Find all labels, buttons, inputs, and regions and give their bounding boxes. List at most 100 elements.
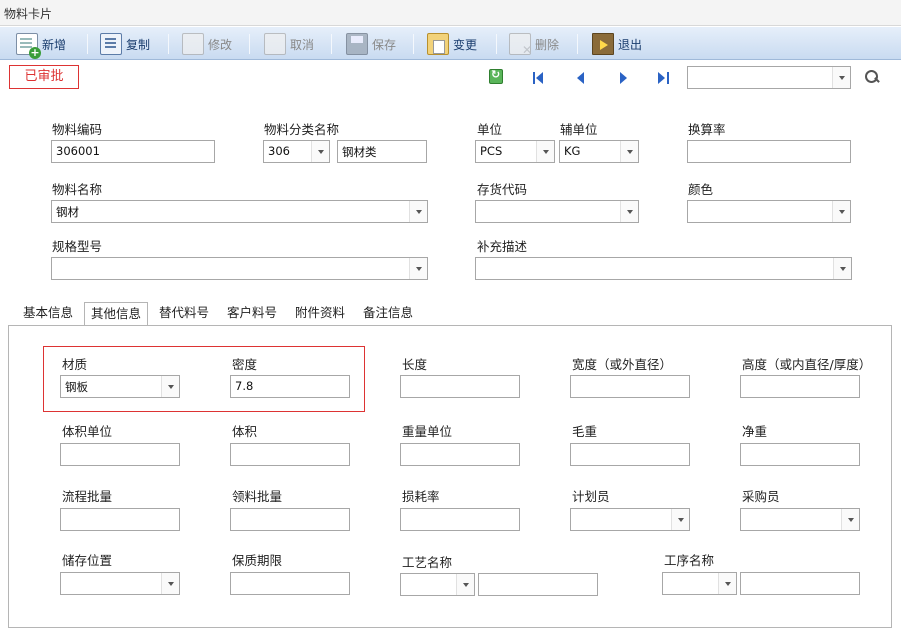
net-weight-input[interactable]	[740, 443, 860, 466]
toolbar-separator	[496, 34, 497, 54]
loss-rate-label: 损耗率	[402, 489, 440, 504]
unit-combo[interactable]: PCS	[475, 140, 555, 163]
supplement-desc-combo[interactable]	[475, 257, 852, 280]
volume-unit-input[interactable]	[60, 443, 180, 466]
toolbar: 新增 复制 修改 取消 保存 变更 删除 退出	[0, 27, 901, 60]
delete-icon	[509, 33, 532, 57]
chevron-down-icon[interactable]	[311, 141, 329, 162]
operation-name-label: 工序名称	[664, 553, 715, 568]
chevron-down-icon[interactable]	[409, 201, 427, 222]
process-code-combo[interactable]	[400, 573, 475, 596]
record-selector-combo[interactable]	[687, 66, 851, 89]
category-name-label: 物料分类名称	[264, 122, 340, 137]
first-record-button[interactable]	[530, 69, 548, 87]
planner-combo[interactable]	[570, 508, 690, 531]
storage-location-label: 储存位置	[62, 553, 113, 568]
next-record-button[interactable]	[614, 69, 632, 87]
last-record-button[interactable]	[655, 69, 673, 87]
material-code-input[interactable]: 306001	[51, 140, 215, 163]
chevron-down-icon[interactable]	[832, 67, 850, 88]
tab-basic-info[interactable]: 基本信息	[17, 302, 79, 326]
operation-name-input[interactable]	[740, 572, 860, 595]
chevron-down-icon[interactable]	[456, 574, 474, 595]
shelf-life-input[interactable]	[230, 572, 350, 595]
process-name-input[interactable]	[478, 573, 598, 596]
flow-batch-label: 流程批量	[62, 489, 113, 504]
pick-batch-input[interactable]	[230, 508, 350, 531]
color-combo[interactable]	[687, 200, 851, 223]
category-name-input[interactable]: 钢材类	[337, 140, 427, 163]
change-button[interactable]: 变更	[427, 31, 477, 57]
spec-model-combo[interactable]	[51, 257, 428, 280]
length-label: 长度	[402, 357, 428, 372]
chevron-down-icon[interactable]	[620, 141, 638, 162]
flow-batch-input[interactable]	[60, 508, 180, 531]
aux-unit-label: 辅单位	[560, 122, 598, 137]
cancel-icon	[264, 33, 286, 55]
material-grade-combo[interactable]: 钢板	[60, 375, 180, 398]
chevron-down-icon[interactable]	[620, 201, 638, 222]
new-button-label: 新增	[42, 37, 67, 52]
exit-button[interactable]: 退出	[592, 31, 642, 57]
inventory-code-combo[interactable]	[475, 200, 639, 223]
length-input[interactable]	[400, 375, 520, 398]
material-name-combo[interactable]: 钢材	[51, 200, 428, 223]
material-grade-value: 钢板	[65, 380, 88, 394]
gross-weight-input[interactable]	[570, 443, 690, 466]
copy-icon	[100, 33, 122, 55]
aux-unit-combo[interactable]: KG	[559, 140, 639, 163]
chevron-down-icon[interactable]	[671, 509, 689, 530]
width-input[interactable]	[570, 375, 690, 398]
tab-remarks[interactable]: 备注信息	[357, 302, 419, 326]
save-button-label: 保存	[372, 37, 397, 52]
aux-unit-value: KG	[564, 144, 581, 158]
chevron-down-icon[interactable]	[718, 573, 736, 594]
tab-other-info[interactable]: 其他信息	[84, 302, 149, 326]
search-icon[interactable]	[864, 69, 880, 85]
volume-input[interactable]	[230, 443, 350, 466]
cancel-button[interactable]: 取消	[264, 31, 314, 57]
category-code-value: 306	[268, 144, 290, 158]
refresh-icon[interactable]	[489, 68, 503, 84]
change-button-label: 变更	[453, 37, 478, 52]
density-input[interactable]: 7.8	[230, 375, 350, 398]
process-name-label: 工艺名称	[402, 555, 453, 570]
conversion-rate-input[interactable]	[687, 140, 851, 163]
toolbar-separator	[87, 34, 88, 54]
clipboard-icon	[427, 33, 449, 55]
previous-arrow-icon	[577, 72, 584, 84]
tab-attachments[interactable]: 附件资料	[289, 302, 351, 326]
new-document-icon	[16, 33, 41, 59]
copy-button-label: 复制	[126, 37, 151, 52]
delete-button[interactable]: 删除	[509, 31, 559, 57]
tab-substitute-part[interactable]: 替代料号	[153, 302, 215, 326]
loss-rate-input[interactable]	[400, 508, 520, 531]
save-disk-icon	[346, 33, 368, 55]
buyer-combo[interactable]	[740, 508, 860, 531]
storage-location-combo[interactable]	[60, 572, 180, 595]
copy-button[interactable]: 复制	[100, 31, 150, 57]
net-weight-label: 净重	[742, 424, 768, 439]
edit-button[interactable]: 修改	[182, 31, 232, 57]
exit-button-label: 退出	[618, 37, 643, 52]
chevron-down-icon[interactable]	[841, 509, 859, 530]
previous-record-button[interactable]	[572, 69, 590, 87]
chevron-down-icon[interactable]	[161, 376, 179, 397]
new-button[interactable]: 新增	[16, 31, 67, 59]
volume-label: 体积	[232, 424, 258, 439]
chevron-down-icon[interactable]	[833, 258, 851, 279]
chevron-down-icon[interactable]	[409, 258, 427, 279]
weight-unit-label: 重量单位	[402, 424, 453, 439]
operation-code-combo[interactable]	[662, 572, 737, 595]
chevron-down-icon[interactable]	[536, 141, 554, 162]
height-input[interactable]	[740, 375, 860, 398]
tab-customer-part[interactable]: 客户料号	[221, 302, 283, 326]
chevron-down-icon[interactable]	[832, 201, 850, 222]
first-arrow-icon	[536, 72, 543, 84]
unit-value: PCS	[480, 144, 503, 158]
weight-unit-input[interactable]	[400, 443, 520, 466]
chevron-down-icon[interactable]	[161, 573, 179, 594]
save-button[interactable]: 保存	[346, 31, 396, 57]
category-code-combo[interactable]: 306	[263, 140, 330, 163]
material-name-label: 物料名称	[52, 182, 103, 197]
